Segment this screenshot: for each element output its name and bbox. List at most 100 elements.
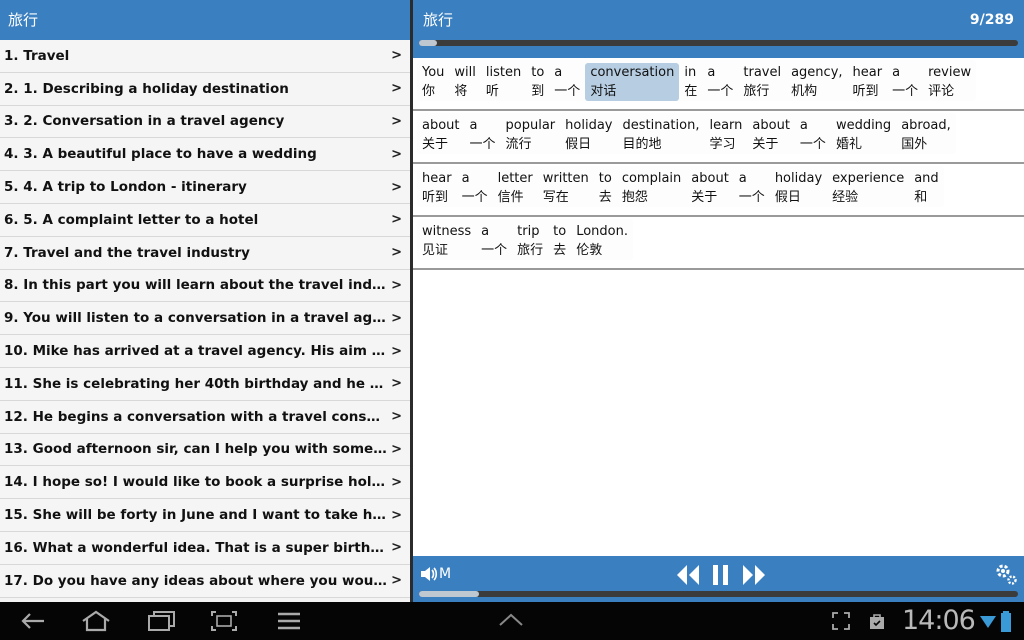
recent-apps-icon[interactable] xyxy=(146,610,176,632)
word-pair[interactable]: a 一个 xyxy=(465,116,501,154)
chevron-up-icon[interactable] xyxy=(498,612,524,628)
fast-forward-button[interactable] xyxy=(741,563,767,587)
word-english: agency, xyxy=(791,65,843,80)
back-icon[interactable] xyxy=(18,610,48,632)
word-pair[interactable]: review 评论 xyxy=(923,63,976,101)
word-pair[interactable]: about 关于 xyxy=(417,116,465,154)
chevron-right-icon: > xyxy=(391,81,402,97)
word-pair[interactable]: in 在 xyxy=(679,63,702,101)
chapter-item-label: 1. Travel xyxy=(4,47,70,64)
chapter-item-label: 3. 2. Conversation in a travel agency xyxy=(4,113,285,130)
sentence-line: You 你 will 将 listen 听 to 到 a 一个 conversation 对话 in 在 a… xyxy=(417,60,977,101)
chapter-item-label: 9. You will listen to a conversation in … xyxy=(4,310,388,327)
sentence-line: about 关于 a 一个 popular 流行 holiday 假日 destination,… xyxy=(417,113,956,154)
word-english: abroad, xyxy=(901,118,951,133)
word-pair-highlighted[interactable]: conversation 对话 xyxy=(585,63,680,101)
word-pair[interactable]: destination, 目的地 xyxy=(617,116,704,154)
word-pair[interactable]: holiday 假日 xyxy=(770,169,827,207)
screenshot-icon[interactable] xyxy=(210,610,238,632)
word-english: a xyxy=(481,224,490,239)
word-pair[interactable]: will 将 xyxy=(449,63,480,101)
word-english: in xyxy=(684,65,697,80)
word-pair[interactable]: witness 见证 xyxy=(417,222,476,260)
word-pair[interactable]: a 一个 xyxy=(476,222,512,260)
audio-progress-track[interactable] xyxy=(419,591,1018,597)
chapter-list-item[interactable]: 17. Do you have any ideas about where yo… xyxy=(0,564,410,598)
audio-progress-fill xyxy=(419,591,479,597)
word-pair[interactable]: experience 经验 xyxy=(827,169,909,207)
word-english: listen xyxy=(485,65,522,80)
settings-gear-icon[interactable] xyxy=(994,562,1018,586)
chapter-list-item[interactable]: 6. 5. A complaint letter to a hotel > xyxy=(0,203,410,237)
home-icon[interactable] xyxy=(80,610,112,632)
word-pair[interactable]: listen 听 xyxy=(481,63,526,101)
word-pair[interactable]: You 你 xyxy=(417,63,449,101)
chapter-list-item[interactable]: 9. You will listen to a conversation in … xyxy=(0,302,410,336)
chapter-list-item[interactable]: 11. She is celebrating her 40th birthday… xyxy=(0,367,410,401)
word-pair[interactable]: and 和 xyxy=(909,169,943,207)
word-english: about xyxy=(422,118,460,133)
word-pair[interactable]: about 关于 xyxy=(686,169,734,207)
word-chinese: 机构 xyxy=(791,84,818,99)
chapter-list-item[interactable]: 16. What a wonderful idea. That is a sup… xyxy=(0,531,410,565)
word-english: holiday xyxy=(565,118,613,133)
word-pair[interactable]: to 去 xyxy=(548,222,571,260)
chapter-list-item[interactable]: 14. I hope so! I would like to book a su… xyxy=(0,466,410,500)
word-pair[interactable]: holiday 假日 xyxy=(560,116,617,154)
word-pair[interactable]: a 一个 xyxy=(702,63,738,101)
chapter-list-item[interactable]: 3. 2. Conversation in a travel agency > xyxy=(0,105,410,139)
chapter-list-item[interactable]: 4. 3. A beautiful place to have a weddin… xyxy=(0,138,410,172)
chapter-list-item[interactable]: 12. He begins a conversation with a trav… xyxy=(0,400,410,434)
chapter-list-item[interactable]: 10. Mike has arrived at a travel agency.… xyxy=(0,335,410,368)
word-chinese: 一个 xyxy=(892,84,919,99)
word-pair[interactable]: learn 学习 xyxy=(704,116,747,154)
word-pair[interactable]: hear 听到 xyxy=(848,63,888,101)
word-pair[interactable]: a 一个 xyxy=(457,169,493,207)
chapter-item-label: 2. 1. Describing a holiday destination xyxy=(4,80,289,97)
word-pair[interactable]: to 到 xyxy=(526,63,549,101)
battery-icon xyxy=(1001,611,1011,632)
sentence-row: hear 听到 a 一个 letter 信件 written 写在 to 去 complain 抱怨 a… xyxy=(413,164,1024,217)
menu-icon[interactable] xyxy=(276,610,302,632)
fullscreen-icon[interactable] xyxy=(832,612,850,630)
chapter-list-item[interactable]: 13. Good afternoon sir, can I help you w… xyxy=(0,433,410,467)
word-pair[interactable]: written 写在 xyxy=(538,169,594,207)
chapter-list-item[interactable]: 1. Travel > xyxy=(0,40,410,73)
word-pair[interactable]: letter 信件 xyxy=(493,169,538,207)
word-pair[interactable]: a 一个 xyxy=(887,63,923,101)
word-pair[interactable]: travel 旅行 xyxy=(738,63,786,101)
chapter-list-item[interactable]: 8. In this part you will learn about the… xyxy=(0,269,410,303)
word-chinese: 在 xyxy=(684,84,698,99)
word-pair[interactable]: a 一个 xyxy=(734,169,770,207)
chapter-item-label: 10. Mike has arrived at a travel agency.… xyxy=(4,343,388,360)
chapter-list-item[interactable]: 2. 1. Describing a holiday destination > xyxy=(0,72,410,106)
chevron-right-icon: > xyxy=(391,310,402,326)
pause-button[interactable] xyxy=(711,563,731,587)
word-pair[interactable]: London. 伦敦 xyxy=(571,222,633,260)
word-english: hear xyxy=(422,171,452,186)
chapter-list-item[interactable]: 15. She will be forty in June and I want… xyxy=(0,499,410,532)
word-pair[interactable]: a 一个 xyxy=(795,116,831,154)
chapter-item-label: 16. What a wonderful idea. That is a sup… xyxy=(4,539,388,556)
word-pair[interactable]: abroad, 国外 xyxy=(896,116,956,154)
word-chinese: 国外 xyxy=(901,137,928,152)
word-pair[interactable]: popular 流行 xyxy=(501,116,561,154)
word-pair[interactable]: wedding 婚礼 xyxy=(831,116,896,154)
chapter-list-item[interactable]: 7. Travel and the travel industry > xyxy=(0,236,410,270)
word-pair[interactable]: hear 听到 xyxy=(417,169,457,207)
chapter-list-item[interactable]: 5. 4. A trip to London - itinerary > xyxy=(0,171,410,204)
word-pair[interactable]: agency, 机构 xyxy=(786,63,847,101)
word-english: to xyxy=(598,171,612,186)
volume-control[interactable]: M xyxy=(419,564,451,584)
word-chinese: 旅行 xyxy=(743,84,770,99)
reading-progress-track[interactable] xyxy=(419,40,1018,46)
word-pair[interactable]: about 关于 xyxy=(747,116,795,154)
word-pair[interactable]: trip 旅行 xyxy=(512,222,548,260)
word-pair[interactable]: to 去 xyxy=(594,169,617,207)
word-chinese: 到 xyxy=(531,84,545,99)
chevron-right-icon: > xyxy=(391,113,402,129)
word-english: and xyxy=(914,171,939,186)
word-pair[interactable]: a 一个 xyxy=(549,63,585,101)
word-pair[interactable]: complain 抱怨 xyxy=(617,169,686,207)
rewind-button[interactable] xyxy=(675,563,701,587)
